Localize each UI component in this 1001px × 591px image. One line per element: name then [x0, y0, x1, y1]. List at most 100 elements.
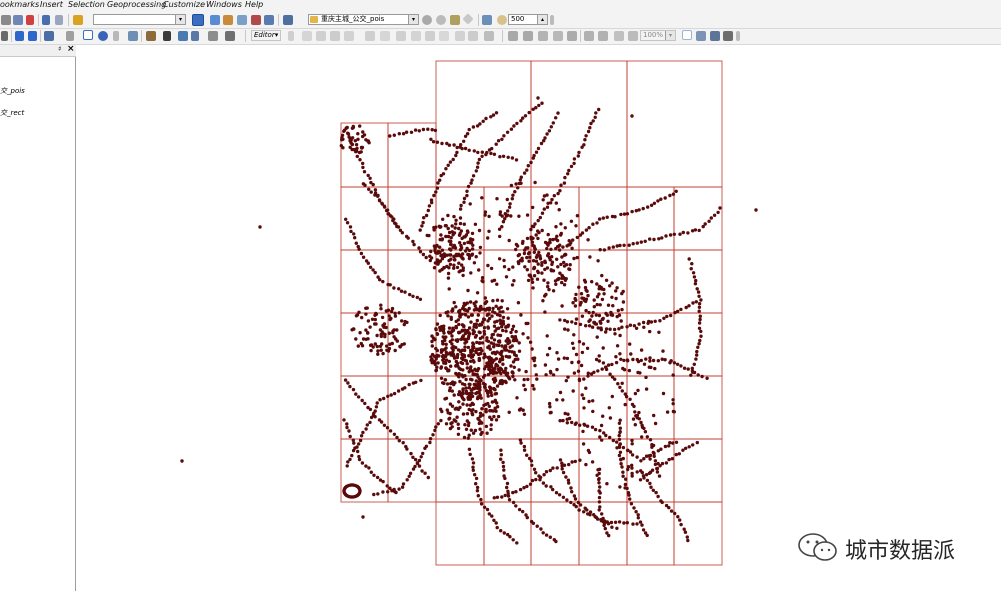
measure-icon[interactable] — [146, 31, 156, 41]
toc-layer-pois[interactable]: 交_pois — [0, 86, 25, 96]
undo-icon[interactable] — [42, 15, 50, 25]
paste-icon[interactable] — [13, 15, 23, 25]
back-layout-icon[interactable] — [584, 31, 594, 41]
bus-stop-point — [482, 329, 486, 334]
bus-stop-point — [677, 452, 681, 456]
arctoolbox-icon[interactable] — [251, 15, 261, 25]
menu-geoprocessing[interactable]: Geoprocessing — [107, 0, 166, 10]
reference-scale-icon[interactable] — [497, 15, 507, 25]
contrast-icon[interactable] — [422, 15, 432, 25]
bus-stop-point — [478, 122, 482, 126]
change-layout-icon[interactable] — [696, 31, 706, 41]
bus-stop-point — [442, 265, 446, 270]
bus-stop-point — [480, 407, 484, 411]
clear-selection-icon[interactable] — [66, 31, 74, 41]
map-scale-combo[interactable]: ▾ — [93, 14, 186, 25]
select-elements-icon[interactable] — [83, 30, 93, 40]
edit-tool-icon[interactable] — [113, 31, 119, 41]
search-window-icon[interactable] — [237, 15, 247, 25]
bus-stop-point — [463, 345, 467, 349]
layer-combo[interactable]: 重庆主城_公交_pois ▾ — [308, 14, 419, 25]
layout-zoom-combo[interactable]: 100% ▾ — [640, 30, 676, 41]
close-icon[interactable]: × — [67, 44, 75, 54]
bus-stop-point — [573, 304, 578, 308]
toc-window-icon[interactable] — [210, 15, 220, 25]
menu-insert[interactable]: Insert — [40, 0, 63, 10]
editor-toolbar-icon[interactable] — [192, 14, 204, 26]
bus-stop-point — [465, 366, 469, 370]
copy-icon[interactable] — [1, 15, 11, 25]
toolbar-grip-2[interactable] — [736, 31, 740, 41]
redo-icon[interactable] — [55, 15, 63, 25]
delete-icon[interactable] — [26, 15, 34, 25]
bus-stop-point — [460, 348, 465, 352]
print-icon[interactable] — [723, 31, 733, 41]
bus-stop-point — [475, 291, 480, 295]
catalog-window-icon[interactable] — [223, 15, 233, 25]
forward-layout-icon[interactable] — [598, 31, 608, 41]
bus-stop-point — [481, 119, 485, 124]
bus-stop-point — [591, 399, 595, 403]
bus-stop-point — [505, 371, 510, 375]
zoom-100-icon[interactable] — [567, 31, 577, 41]
pan-layout-icon[interactable] — [538, 31, 548, 41]
bus-stop-point — [428, 258, 432, 263]
bus-stop-point — [434, 346, 438, 351]
menu-selection[interactable]: Selection — [68, 0, 105, 10]
python-window-icon[interactable] — [264, 15, 274, 25]
reference-scale-combo[interactable]: 500 ▴ — [508, 14, 548, 25]
bus-stop-point — [496, 139, 501, 143]
identify-icon[interactable] — [98, 31, 108, 41]
menu-help[interactable]: Help — [245, 0, 263, 10]
swipe-icon[interactable] — [450, 15, 460, 25]
select-by-rectangle-icon[interactable] — [44, 31, 54, 41]
find-route-icon[interactable] — [178, 31, 188, 41]
bus-stop-point — [433, 428, 437, 433]
zoom-out-fixed-icon[interactable] — [523, 31, 533, 41]
bus-stop-point — [377, 199, 382, 203]
focus-data-frame-icon[interactable] — [628, 31, 638, 41]
bus-stop-point — [590, 325, 595, 329]
bus-stop-point — [522, 444, 527, 449]
toolbar-grip[interactable] — [550, 15, 554, 25]
bus-stop-point — [411, 455, 415, 459]
bus-stop-point — [546, 284, 550, 289]
data-driven-pages-icon[interactable] — [710, 31, 720, 41]
bus-stop-point — [536, 269, 540, 273]
map-canvas[interactable] — [79, 45, 1001, 591]
model-builder-icon[interactable] — [283, 15, 293, 25]
editor-menu-button[interactable]: Editor▾ — [251, 30, 281, 41]
back-extent-icon[interactable] — [15, 31, 24, 41]
bus-stop-point — [361, 130, 365, 134]
bus-stop-point — [353, 236, 357, 240]
zoom-in-fixed-icon[interactable] — [508, 31, 518, 41]
editor-options-icon[interactable] — [484, 31, 494, 41]
menu-customize[interactable]: Customize — [163, 0, 205, 10]
flicker-icon[interactable] — [462, 13, 474, 25]
bus-stop-point — [622, 212, 627, 216]
data-view-icon[interactable] — [682, 30, 692, 40]
bus-stop-point — [462, 196, 467, 201]
full-extent-icon[interactable] — [1, 31, 8, 41]
bus-stop-point — [466, 315, 471, 319]
grid-cell — [387, 375, 437, 440]
bus-stop-point — [449, 253, 453, 257]
menu-windows[interactable]: Windows — [206, 0, 242, 10]
map-display[interactable] — [79, 45, 1001, 591]
add-data-icon[interactable] — [73, 15, 83, 25]
bus-stop-point — [381, 323, 385, 328]
go-to-xy-icon[interactable] — [191, 31, 199, 41]
html-popup-icon[interactable] — [128, 31, 138, 41]
pin-icon[interactable]: ♯ — [58, 45, 61, 53]
brightness-icon[interactable] — [436, 15, 446, 25]
toggle-draft-mode-icon[interactable] — [614, 31, 624, 41]
forward-extent-icon[interactable] — [28, 31, 37, 41]
create-viewer-icon[interactable] — [225, 31, 235, 41]
toc-layer-rect[interactable]: 交_rect — [0, 108, 24, 118]
find-icon[interactable] — [163, 31, 171, 41]
bus-stop-point — [541, 531, 545, 535]
zoom-whole-page-icon[interactable] — [553, 31, 563, 41]
effects-icon[interactable] — [482, 15, 492, 25]
menu-bookmarks[interactable]: ookmarks — [0, 0, 39, 10]
time-slider-icon[interactable] — [208, 31, 218, 41]
